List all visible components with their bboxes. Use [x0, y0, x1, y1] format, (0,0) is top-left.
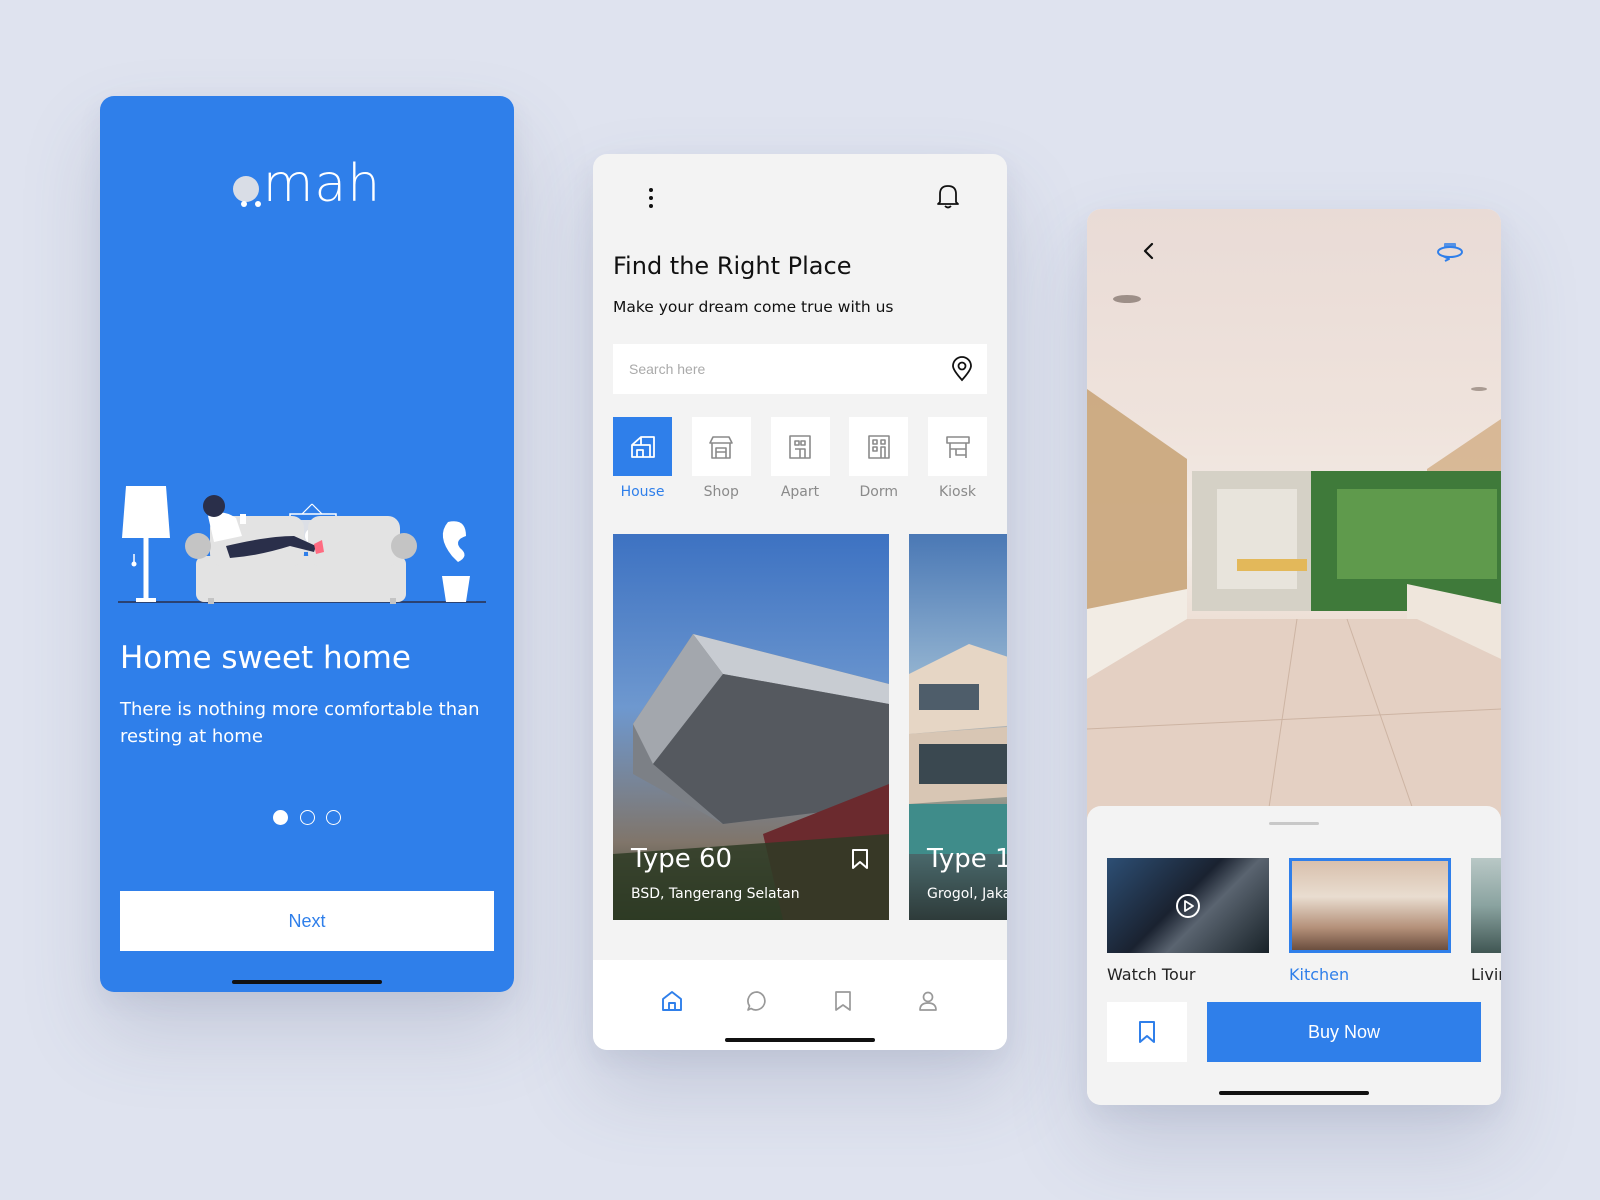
- app-logo: mah: [100, 154, 514, 214]
- dorm-icon: [867, 434, 890, 459]
- top-bar: [613, 182, 981, 212]
- listing-title: Type 60: [631, 844, 733, 874]
- chat-icon: [747, 991, 766, 1011]
- save-bookmark-button[interactable]: [1107, 1002, 1187, 1062]
- category-label: Shop: [703, 484, 739, 500]
- search-input[interactable]: [629, 361, 951, 377]
- gallery-item-kitchen[interactable]: Kitchen: [1289, 858, 1451, 984]
- gallery-label: Watch Tour: [1107, 965, 1196, 984]
- nav-chat[interactable]: [742, 986, 772, 1016]
- listing-location: BSD, Tangerang Selatan: [631, 886, 800, 902]
- gallery-item-tour[interactable]: Watch Tour: [1107, 858, 1269, 984]
- play-icon[interactable]: [1175, 893, 1201, 919]
- more-menu-icon[interactable]: [649, 188, 655, 212]
- page-indicator: [100, 810, 514, 829]
- onboarding-title: Home sweet home: [120, 640, 411, 676]
- category-label: Dorm: [859, 484, 899, 500]
- category-list: House Shop Apart Dorm Kiosk: [613, 417, 987, 500]
- kiosk-icon: [945, 435, 970, 458]
- home-indicator: [725, 1038, 875, 1042]
- gallery-label: Kitchen: [1289, 965, 1350, 984]
- gallery-strip: Watch Tour Kitchen Living Room: [1107, 858, 1501, 988]
- kitchen-photo: [1087, 209, 1501, 821]
- living-room-illustration: [118, 486, 486, 604]
- category-shop[interactable]: Shop: [691, 417, 751, 500]
- kitchen-scene: [1087, 295, 1501, 821]
- onboarding-description: There is nothing more comfortable than r…: [120, 699, 480, 747]
- category-dorm[interactable]: Dorm: [849, 417, 909, 500]
- home-indicator: [232, 980, 382, 984]
- house-icon: [630, 435, 655, 458]
- home-indicator: [1219, 1091, 1369, 1095]
- category-kiosk[interactable]: Kiosk: [928, 417, 987, 500]
- listing-title: Type 120: [927, 844, 1007, 874]
- next-button[interactable]: Next: [120, 891, 494, 951]
- bookmark-icon: [1139, 1021, 1155, 1043]
- category-house[interactable]: House: [613, 417, 672, 500]
- listing-location: Grogol, Jakarta: [927, 886, 1007, 902]
- category-apart[interactable]: Apart: [770, 417, 830, 500]
- nav-profile[interactable]: [913, 986, 943, 1016]
- detail-screen: Watch Tour Kitchen Living Room Buy Now: [1087, 209, 1501, 1105]
- bell-icon[interactable]: [935, 182, 961, 210]
- nav-home[interactable]: [657, 986, 687, 1016]
- category-label: House: [620, 484, 665, 500]
- listing-card[interactable]: Type 120 Grogol, Jakarta: [909, 534, 1007, 920]
- onboarding-screen: mah Home sweet home There is nothing mor…: [100, 96, 514, 992]
- search-bar: [613, 344, 987, 394]
- location-pin-icon[interactable]: [951, 356, 973, 382]
- page-title: Find the Right Place: [613, 252, 852, 280]
- bookmark-icon: [834, 991, 851, 1011]
- gallery-label: Living Room: [1471, 965, 1501, 984]
- buy-now-button[interactable]: Buy Now: [1207, 1002, 1481, 1062]
- 360-view-icon[interactable]: [1435, 239, 1465, 265]
- home-icon: [661, 991, 682, 1011]
- category-label: Apart: [780, 484, 820, 500]
- page-dot-3[interactable]: [325, 810, 341, 825]
- detail-sheet: Watch Tour Kitchen Living Room Buy Now: [1087, 806, 1501, 1105]
- category-label: Kiosk: [938, 484, 977, 500]
- apartment-icon: [789, 434, 811, 459]
- logo-dots: [240, 160, 269, 220]
- home-screen: Find the Right Place Make your dream com…: [593, 154, 1007, 1050]
- listing-card[interactable]: Type 60 BSD, Tangerang Selatan: [613, 534, 889, 920]
- bottom-navigation: [593, 960, 1007, 1050]
- shop-icon: [709, 435, 734, 459]
- listing-carousel: Type 60 BSD, Tangerang Selatan Type 120 …: [613, 534, 1007, 920]
- back-arrow-icon[interactable]: [1137, 239, 1161, 263]
- bookmark-icon[interactable]: [851, 848, 869, 870]
- page-subtitle: Make your dream come true with us: [613, 298, 894, 316]
- page-dot-1[interactable]: [273, 810, 289, 825]
- profile-icon: [919, 991, 938, 1011]
- logo-text: mah: [262, 154, 382, 214]
- gallery-item-living-room[interactable]: Living Room: [1471, 858, 1501, 984]
- nav-bookmark[interactable]: [828, 986, 858, 1016]
- page-dot-2[interactable]: [299, 810, 315, 825]
- sheet-handle[interactable]: [1269, 822, 1319, 825]
